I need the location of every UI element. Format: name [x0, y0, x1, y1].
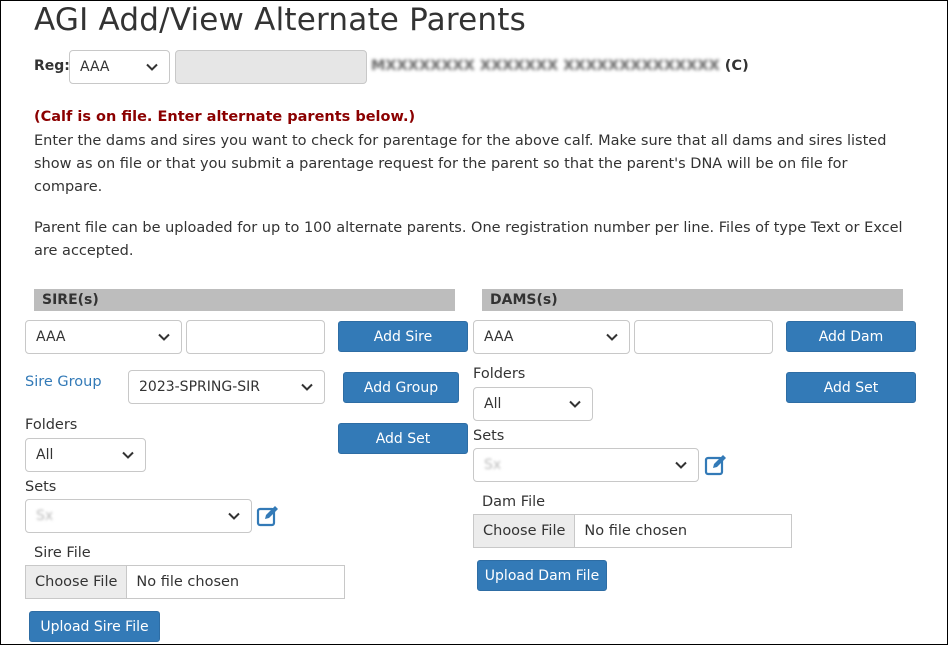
sire-file-label: Sire File — [34, 545, 91, 561]
instructions-line-3: compare. — [34, 179, 103, 195]
upload-instructions-line-2: are accepted. — [34, 243, 134, 259]
sire-sets-value: Sx — [36, 508, 54, 524]
sire-choose-file-button[interactable]: Choose File — [26, 566, 128, 598]
reg-breed-select[interactable]: AAA — [69, 50, 170, 84]
add-group-button[interactable]: Add Group — [343, 372, 459, 403]
dam-add-set-button[interactable]: Add Set — [786, 372, 916, 403]
sire-breed-select[interactable]: AAA — [25, 320, 182, 354]
dam-file-label: Dam File — [482, 494, 546, 510]
dam-no-file-text: No file chosen — [584, 523, 688, 539]
sires-header: SIRE(s) — [34, 289, 455, 311]
chevron-down-icon — [146, 63, 158, 71]
sire-folders-select[interactable]: All — [25, 438, 146, 472]
sire-number-input[interactable] — [186, 320, 325, 354]
chevron-down-icon — [569, 400, 581, 408]
reg-breed-value: AAA — [80, 59, 110, 75]
dam-choose-file-button[interactable]: Choose File — [474, 515, 576, 547]
sire-group-select[interactable]: 2023-SPRING-SIR — [128, 370, 325, 404]
dams-header: DAMS(s) — [482, 289, 903, 311]
dam-breed-select[interactable]: AAA — [473, 320, 630, 354]
add-sire-button[interactable]: Add Sire — [338, 321, 468, 352]
upload-dam-file-button[interactable]: Upload Dam File — [477, 560, 607, 591]
edit-icon[interactable] — [256, 504, 280, 528]
dam-number-input[interactable] — [634, 320, 773, 354]
sire-sets-label: Sets — [25, 479, 57, 495]
add-dam-button[interactable]: Add Dam — [786, 321, 916, 352]
dam-folders-label: Folders — [473, 366, 526, 382]
chevron-down-icon — [158, 333, 170, 341]
sire-sets-select[interactable]: Sx — [25, 499, 252, 533]
sire-file-input[interactable]: Choose File No file chosen — [25, 565, 345, 599]
sire-folders-label: Folders — [25, 417, 78, 433]
dam-breed-value: AAA — [484, 329, 514, 345]
sire-no-file-text: No file chosen — [136, 574, 240, 590]
sire-group-value: 2023-SPRING-SIR — [139, 379, 260, 395]
reg-number-input[interactable] — [175, 50, 367, 84]
dam-file-input[interactable]: Choose File No file chosen — [473, 514, 792, 548]
chevron-down-icon — [675, 461, 687, 469]
chevron-down-icon — [301, 383, 313, 391]
dam-sets-label: Sets — [473, 428, 505, 444]
edit-icon[interactable] — [704, 453, 728, 477]
upload-instructions-line-1: Parent file can be uploaded for up to 10… — [34, 220, 903, 236]
chevron-down-icon — [606, 333, 618, 341]
sire-group-link[interactable]: Sire Group — [25, 374, 102, 390]
instructions-line-1: Enter the dams and sires you want to che… — [34, 133, 887, 149]
page-title: AGI Add/View Alternate Parents — [34, 2, 526, 38]
instructions-line-2: show as on file or that you submit a par… — [34, 156, 848, 172]
calf-status-notice: (Calf is on file. Enter alternate parent… — [34, 109, 416, 125]
sire-add-set-button[interactable]: Add Set — [338, 423, 468, 454]
reg-label: Reg: — [34, 58, 70, 74]
chevron-down-icon — [228, 512, 240, 520]
chevron-down-icon — [122, 451, 134, 459]
dam-sets-value: Sx — [484, 457, 502, 473]
dam-folders-select[interactable]: All — [473, 387, 593, 421]
calf-name: MXXXXXXXX XXXXXXX XXXXXXXXXXXXXX (C) — [371, 58, 749, 74]
dam-folders-value: All — [484, 396, 502, 412]
sire-breed-value: AAA — [36, 329, 66, 345]
upload-sire-file-button[interactable]: Upload Sire File — [29, 611, 160, 642]
dam-sets-select[interactable]: Sx — [473, 448, 699, 482]
sire-folders-value: All — [36, 447, 54, 463]
